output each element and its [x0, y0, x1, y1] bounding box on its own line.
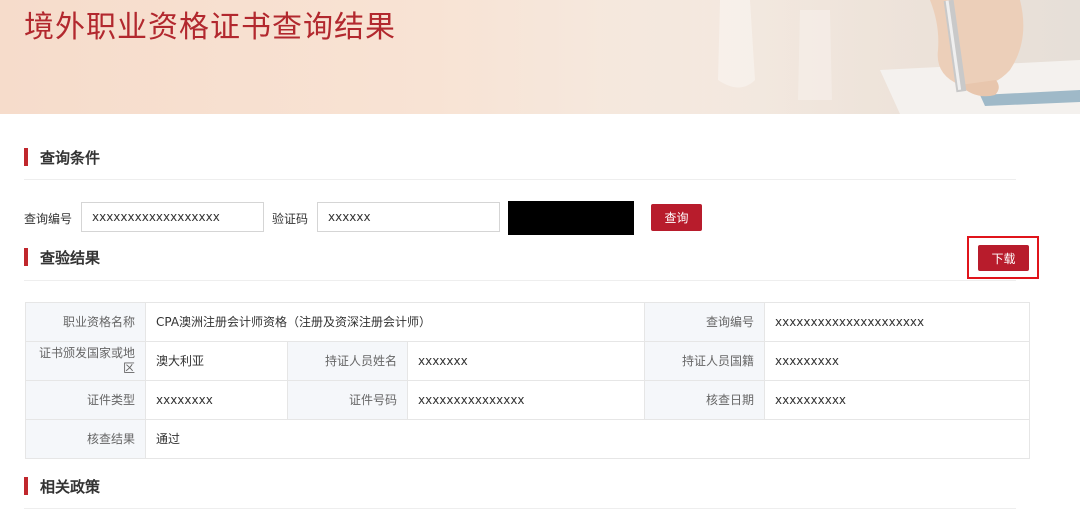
issuer-country-value: 澳大利亚	[145, 341, 288, 381]
id-number-value: xxxxxxxxxxxxxxx	[407, 380, 645, 420]
holder-nationality-value: xxxxxxxxx	[764, 341, 1030, 381]
search-button[interactable]: 查询	[651, 204, 702, 231]
captcha-input[interactable]	[317, 202, 500, 232]
result-query-no-label: 查询编号	[644, 302, 765, 342]
page-title: 境外职业资格证书查询结果	[24, 10, 396, 45]
id-type-value: xxxxxxxx	[145, 380, 288, 420]
policy-section-header: 相关政策	[24, 472, 1016, 500]
table-row: 核查结果 通过	[25, 419, 1030, 459]
query-section-header: 查询条件	[24, 143, 1016, 171]
section-accent-bar	[24, 148, 28, 166]
check-date-value: xxxxxxxxxx	[764, 380, 1030, 420]
section-accent-bar	[24, 248, 28, 266]
section-divider	[24, 179, 1016, 180]
id-number-label: 证件号码	[287, 380, 408, 420]
holder-name-label: 持证人员姓名	[287, 341, 408, 381]
holder-nationality-label: 持证人员国籍	[644, 341, 765, 381]
query-no-label: 查询编号	[24, 212, 73, 226]
issuer-country-label: 证书颁发国家或地区	[25, 341, 146, 381]
table-row: 证书颁发国家或地区 澳大利亚 持证人员姓名 xxxxxxx 持证人员国籍 xxx…	[25, 341, 1030, 381]
captcha-image[interactable]	[508, 201, 634, 235]
qualification-name-value: CPA澳洲注册会计师资格（注册及资深注册会计师）	[145, 302, 645, 342]
result-table: 职业资格名称 CPA澳洲注册会计师资格（注册及资深注册会计师） 查询编号 xxx…	[25, 302, 1030, 459]
section-divider	[24, 280, 1016, 281]
id-type-label: 证件类型	[25, 380, 146, 420]
result-section-title: 查验结果	[40, 249, 101, 267]
section-divider	[24, 508, 1016, 509]
page-banner: 境外职业资格证书查询结果	[0, 0, 1080, 114]
check-date-label: 核查日期	[644, 380, 765, 420]
result-section-header: 查验结果	[24, 243, 1016, 271]
table-row: 职业资格名称 CPA澳洲注册会计师资格（注册及资深注册会计师） 查询编号 xxx…	[25, 302, 1030, 342]
section-accent-bar	[24, 477, 28, 495]
check-result-label: 核查结果	[25, 419, 146, 459]
check-result-value: 通过	[145, 419, 1030, 459]
table-row: 证件类型 xxxxxxxx 证件号码 xxxxxxxxxxxxxxx 核查日期 …	[25, 380, 1030, 420]
query-no-input[interactable]	[81, 202, 264, 232]
banner-illustration	[600, 0, 1080, 114]
query-section-title: 查询条件	[40, 149, 101, 167]
captcha-label: 验证码	[272, 212, 309, 226]
qualification-name-label: 职业资格名称	[25, 302, 146, 342]
result-query-no-value: xxxxxxxxxxxxxxxxxxxxx	[764, 302, 1030, 342]
policy-section-title: 相关政策	[40, 478, 101, 496]
holder-name-value: xxxxxxx	[407, 341, 645, 381]
download-button[interactable]: 下载	[978, 245, 1029, 271]
